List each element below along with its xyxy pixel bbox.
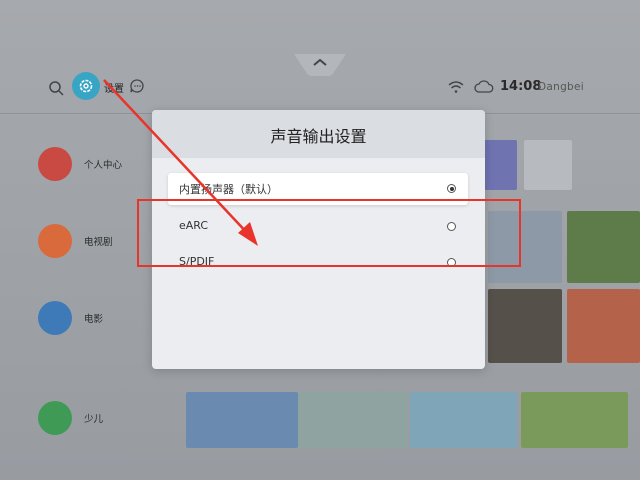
option-label: eARC: [179, 219, 209, 232]
content-tile[interactable]: [567, 289, 640, 363]
sound-output-dialog: 声音输出设置 内置扬声器（默认） eARC S/PDIF: [152, 110, 485, 369]
category-movies[interactable]: 电影: [38, 301, 158, 337]
tv-home-screen: 设置 14:08 Dangbei 个人中心 电视剧 电影 少儿 声音输出设置 内…: [0, 0, 640, 480]
content-tile[interactable]: [488, 289, 562, 363]
category-kids[interactable]: 少儿: [38, 401, 158, 437]
option-earc[interactable]: eARC: [168, 211, 468, 243]
settings-label: 设置: [104, 84, 124, 95]
tv-icon: [38, 224, 72, 258]
option-label: S/PDIF: [179, 255, 215, 268]
wifi-icon: [448, 80, 464, 94]
dialog-title: 声音输出设置: [270, 127, 367, 146]
add-tile[interactable]: [524, 140, 572, 190]
content-tile[interactable]: [521, 392, 628, 448]
category-label: 电视剧: [84, 237, 113, 248]
category-label: 电影: [84, 314, 104, 325]
content-tile[interactable]: [298, 392, 408, 448]
category-tv-series[interactable]: 电视剧: [38, 224, 158, 260]
settings-button[interactable]: [72, 72, 100, 100]
category-label: 个人中心: [84, 160, 123, 171]
personal-center-icon: [38, 147, 72, 181]
option-builtin-speaker[interactable]: 内置扬声器（默认）: [168, 173, 468, 205]
dialog-header: 声音输出设置: [152, 110, 485, 158]
gear-icon: [79, 79, 93, 93]
content-tile[interactable]: [567, 211, 640, 283]
clock: 14:08: [500, 79, 542, 94]
message-icon[interactable]: [128, 77, 146, 95]
kids-icon: [38, 401, 72, 435]
content-tile[interactable]: [186, 392, 298, 448]
top-bar: 设置 14:08 Dangbei: [0, 68, 640, 108]
option-label: 内置扬声器（默认）: [179, 183, 278, 196]
film-reel-icon: [38, 301, 72, 335]
radio-icon: [447, 222, 456, 231]
content-tile[interactable]: [488, 211, 562, 283]
category-label: 少儿: [84, 414, 104, 425]
cloud-weather-icon: [474, 78, 494, 94]
category-personal-center[interactable]: 个人中心: [38, 147, 158, 183]
search-icon[interactable]: [46, 78, 66, 98]
content-tile[interactable]: [410, 392, 517, 448]
brand-logo: Dangbei: [538, 81, 584, 93]
radio-icon: [447, 258, 456, 267]
radio-selected-icon: [447, 184, 456, 193]
option-spdif[interactable]: S/PDIF: [168, 247, 468, 279]
